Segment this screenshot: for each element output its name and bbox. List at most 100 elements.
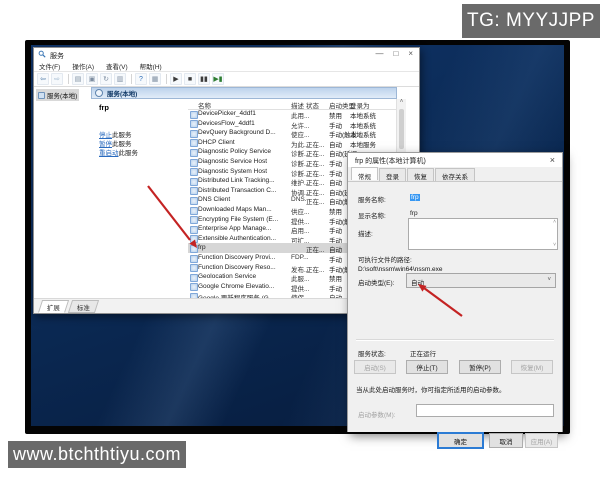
toolbar-separator [166, 74, 167, 84]
watermark-url: www.btchthtiyu.com [8, 441, 186, 468]
service-gear-icon [190, 178, 198, 186]
startup-type-dropdown[interactable]: 自动 ˅ [406, 273, 556, 288]
service-name-cell: DHCP Client [198, 139, 235, 146]
service-name-cell: DNS Client [198, 196, 230, 203]
service-gear-icon [190, 226, 198, 234]
services-menubar: 文件(F) 操作(A) 查看(V) 帮助(H) [34, 61, 419, 72]
refresh-icon[interactable]: ↻ [100, 73, 112, 85]
service-gear-icon [190, 197, 198, 205]
service-name-cell: Diagnostic System Host [198, 168, 267, 175]
service-name-cell: Diagnostic Service Host [198, 158, 267, 165]
pane-header: 服务(本地) [91, 87, 397, 99]
tab-dependencies[interactable]: 依存关系 [435, 168, 475, 181]
startup-type-value: 自动 [411, 277, 424, 287]
service-name-cell: Google Chrome Elevatio... [198, 283, 274, 290]
show-console-tree-icon[interactable]: ▤ [72, 73, 84, 85]
service-row[interactable]: DevicesFlow_4ddf1允许...手动本地系统 [188, 119, 396, 129]
sort-ascending-icon: ˆ [220, 99, 222, 104]
service-name-cell: Diagnostic Policy Service [198, 148, 271, 155]
start-service-icon[interactable]: ▶ [170, 73, 182, 85]
resume-button: 恢复(M) [511, 360, 553, 374]
ok-button[interactable]: 确定 [438, 433, 483, 448]
service-row[interactable]: DevQuery Background D...使应...手动(触发...本地系… [188, 128, 396, 138]
scroll-up-icon[interactable]: ˄ [397, 99, 406, 105]
dialog-title: frp 的属性(本地计算机) [355, 156, 426, 166]
service-name-cell: Function Discovery Provi... [198, 254, 275, 261]
pause-button[interactable]: 暂停(P) [459, 360, 501, 374]
stop-service-icon[interactable]: ■ [184, 73, 196, 85]
selected-service-panel: frp 停止此服务 暂停此服务 重启动此服务 [91, 99, 189, 299]
dialog-close-icon[interactable]: × [550, 155, 555, 165]
tab-extended[interactable]: 扩展 [38, 300, 69, 313]
executable-path-value: D:\soft\nssm\win64\nssm.exe [358, 266, 443, 273]
service-row[interactable]: DevicePicker_4ddf1此用...禁用本地系统 [188, 109, 396, 119]
service-gear-icon [190, 274, 198, 282]
chevron-down-icon: ˅ [547, 277, 551, 283]
service-gear-icon [190, 120, 198, 128]
service-name-cell: DevicesFlow_4ddf1 [198, 120, 255, 127]
service-gear-icon [190, 207, 198, 215]
service-gear-icon [190, 235, 198, 243]
close-icon[interactable]: × [408, 49, 413, 58]
service-gear-icon [190, 255, 198, 263]
services-header-icon [95, 89, 103, 97]
scroll-down-icon[interactable]: ˅ [553, 243, 556, 248]
service-status-label: 服务状态: [358, 348, 386, 358]
service-name-cell: Encrypting File System (E... [198, 216, 278, 223]
service-gear-icon [190, 159, 198, 167]
standard-view-icon[interactable]: ▦ [149, 73, 161, 85]
tab-standard[interactable]: 标准 [68, 300, 99, 313]
dialog-titlebar: frp 的属性(本地计算机) × [348, 153, 562, 167]
restart-service-icon[interactable]: ▶▮ [212, 73, 224, 85]
services-node-icon [38, 92, 45, 99]
selected-service-name: frp [99, 103, 109, 112]
startup-params-label: 启动参数(M): [358, 409, 396, 419]
service-name-cell: Downloaded Maps Man... [198, 206, 272, 213]
scroll-up-icon[interactable]: ˄ [553, 220, 556, 225]
service-status-value: 正在运行 [410, 348, 436, 358]
cancel-button[interactable]: 取消 [489, 433, 523, 448]
startup-params-input[interactable] [416, 404, 554, 417]
service-gear-icon [190, 187, 198, 195]
description-label: 描述: [358, 228, 373, 238]
path-label: 可执行文件的路径: [358, 254, 412, 264]
apply-button: 应用(A) [525, 433, 558, 448]
tab-general[interactable]: 常规 [351, 167, 378, 180]
service-gear-icon [190, 168, 198, 176]
service-name-cell: Geolocation Service [198, 273, 256, 280]
forward-icon[interactable]: ⇨ [51, 73, 63, 85]
service-name-cell: DevQuery Background D... [198, 129, 276, 136]
menu-file[interactable]: 文件(F) [39, 61, 60, 71]
service-desc-cell: FDP... [291, 254, 309, 261]
startup-params-hint: 当从此处启动服务时，你可指定所适用的启动参数。 [356, 384, 556, 394]
menu-help[interactable]: 帮助(H) [140, 61, 162, 71]
back-icon[interactable]: ⇦ [37, 73, 49, 85]
service-gear-icon [190, 149, 198, 157]
restart-service-link[interactable]: 重启动此服务 [99, 147, 138, 157]
service-name-label: 服务名称: [358, 194, 386, 204]
dialog-tabs: 常规 登录 恢复 依存关系 [351, 168, 475, 181]
service-gear-icon [190, 111, 198, 119]
service-row[interactable]: DHCP Client为此...正在...自动本地服务 [188, 138, 396, 148]
divider [356, 339, 554, 341]
service-gear-icon [190, 264, 198, 272]
services-titlebar: 服务 — □ × [34, 48, 419, 61]
service-name-value: frp [410, 194, 420, 201]
export-list-icon[interactable]: ▥ [114, 73, 126, 85]
menu-view[interactable]: 查看(V) [106, 61, 128, 71]
menu-action[interactable]: 操作(A) [72, 61, 94, 71]
pause-service-icon[interactable]: ▮▮ [198, 73, 210, 85]
minimize-icon[interactable]: — [375, 49, 383, 58]
tab-recovery[interactable]: 恢复 [407, 168, 434, 181]
maximize-icon[interactable]: □ [393, 49, 398, 58]
tree-item-services-local[interactable]: 服务(本地) [36, 89, 79, 101]
description-textarea[interactable]: ˄ ˅ [408, 218, 558, 250]
service-gear-icon [190, 245, 198, 253]
tab-logon[interactable]: 登录 [379, 168, 406, 181]
console-tree-pane: 服务(本地) [34, 87, 92, 299]
properties-icon[interactable]: ▣ [86, 73, 98, 85]
help-icon[interactable]: ? [135, 73, 147, 85]
toolbar-separator [131, 74, 132, 84]
scrollbar-thumb[interactable] [399, 109, 404, 149]
stop-button[interactable]: 停止(T) [406, 360, 448, 374]
